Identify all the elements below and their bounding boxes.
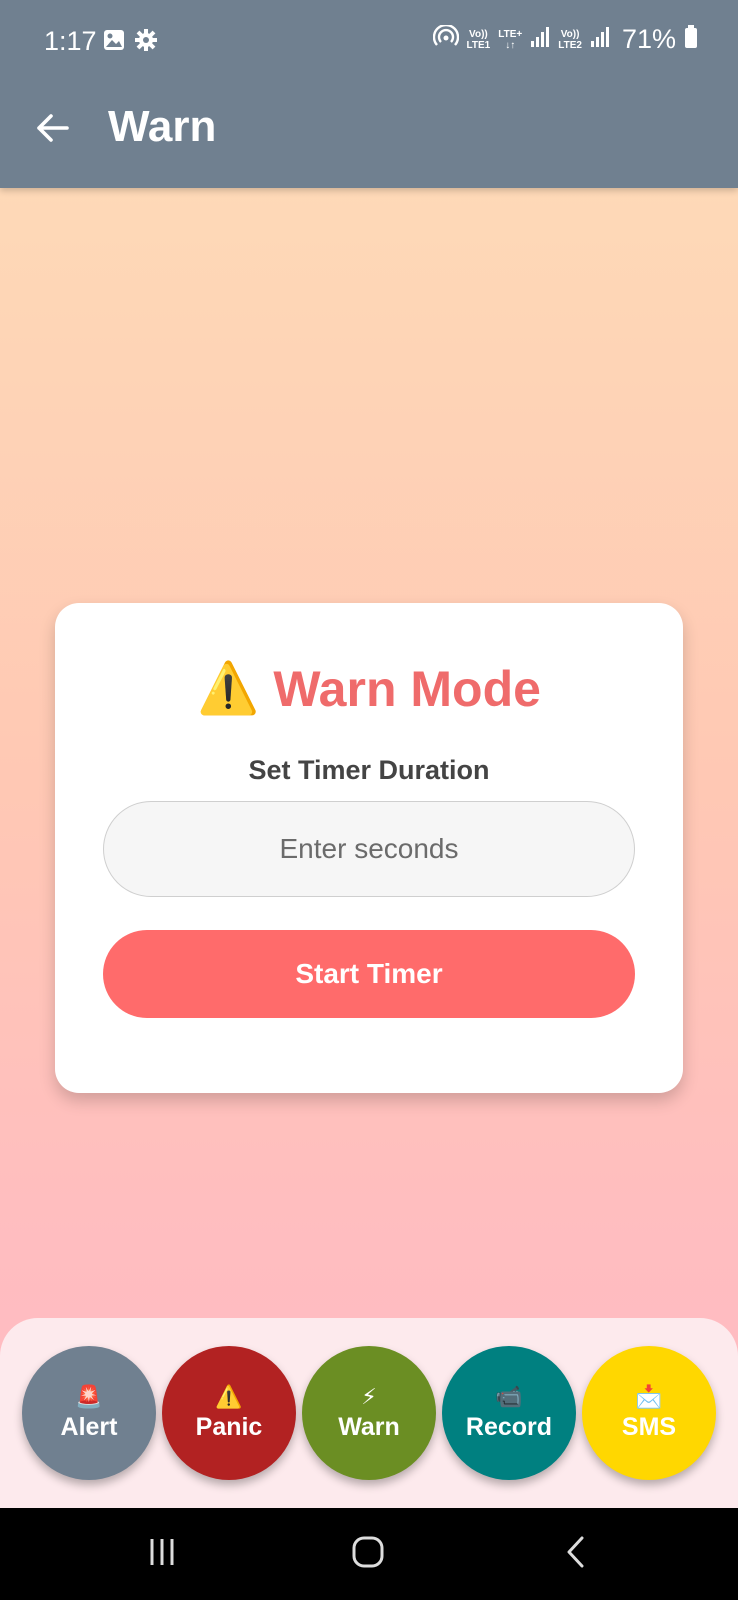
lightning-icon: ⚡ xyxy=(361,1383,377,1409)
gallery-icon xyxy=(102,28,126,57)
warning-icon: ⚠️ xyxy=(197,660,260,716)
sim1-indicator: Vo)) LTE1 xyxy=(466,28,491,51)
signal-icon xyxy=(530,26,550,53)
status-time: 1:17 xyxy=(44,26,97,56)
sms-button[interactable]: 📩 SMS xyxy=(582,1346,716,1480)
timer-duration-label: Set Timer Duration xyxy=(248,755,490,785)
back-button[interactable] xyxy=(28,106,76,154)
main-content: ⚠️ Warn Mode Set Timer Duration Start Ti… xyxy=(0,188,738,1508)
home-icon xyxy=(351,1536,385,1573)
record-label: Record xyxy=(465,1412,553,1441)
warn-button[interactable]: ⚡ Warn xyxy=(302,1346,436,1480)
record-button[interactable]: 📹 Record xyxy=(442,1346,576,1480)
bottom-action-tray: 🚨 Alert ⚠️ Panic ⚡ Warn 📹 Record 📩 SMS xyxy=(0,1318,738,1508)
panic-label: Panic xyxy=(195,1412,263,1441)
network-type-indicator: LTE+ ↓↑ xyxy=(498,28,523,51)
recents-button[interactable] xyxy=(132,1532,192,1576)
warn-label: Warn xyxy=(338,1412,400,1441)
battery-icon xyxy=(684,25,698,54)
warning-icon: ⚠️ xyxy=(215,1383,243,1409)
back-chevron-icon xyxy=(564,1536,588,1573)
status-bar: 1:17 Vo)) LTE1 LTE+ ↓↑ Vo)) LTE2 71% xyxy=(0,0,738,84)
hotspot-icon xyxy=(432,23,459,54)
home-button[interactable] xyxy=(338,1532,398,1576)
card-title: ⚠️ Warn Mode xyxy=(55,659,683,718)
sms-label: SMS xyxy=(621,1412,677,1441)
nav-back-button[interactable] xyxy=(546,1532,606,1576)
video-camera-icon: 📹 xyxy=(495,1383,523,1409)
seconds-input[interactable] xyxy=(103,801,635,897)
system-nav-bar xyxy=(0,1508,738,1600)
settings-gear-icon xyxy=(134,28,158,57)
panic-button[interactable]: ⚠️ Panic xyxy=(162,1346,296,1480)
sim2-indicator: Vo)) LTE2 xyxy=(558,28,582,51)
app-bar: Warn xyxy=(0,84,738,188)
alert-label: Alert xyxy=(60,1412,118,1441)
arrow-left-icon xyxy=(35,113,69,148)
warn-mode-card: ⚠️ Warn Mode Set Timer Duration Start Ti… xyxy=(55,603,683,1093)
status-right-icons: Vo)) LTE1 LTE+ ↓↑ Vo)) LTE2 71% xyxy=(432,23,698,55)
recents-icon xyxy=(145,1537,179,1572)
start-timer-button[interactable]: Start Timer xyxy=(103,930,635,1018)
battery-percentage: 71% xyxy=(621,24,676,54)
page-title: Warn xyxy=(108,102,217,151)
alert-button[interactable]: 🚨 Alert xyxy=(22,1346,156,1480)
siren-icon: 🚨 xyxy=(75,1383,103,1409)
top-bar: 1:17 Vo)) LTE1 LTE+ ↓↑ Vo)) LTE2 71% War… xyxy=(0,0,738,188)
signal-icon xyxy=(590,26,610,53)
envelope-icon: 📩 xyxy=(635,1383,663,1409)
status-left-icons xyxy=(102,28,158,57)
card-title-text: Warn Mode xyxy=(273,660,541,717)
